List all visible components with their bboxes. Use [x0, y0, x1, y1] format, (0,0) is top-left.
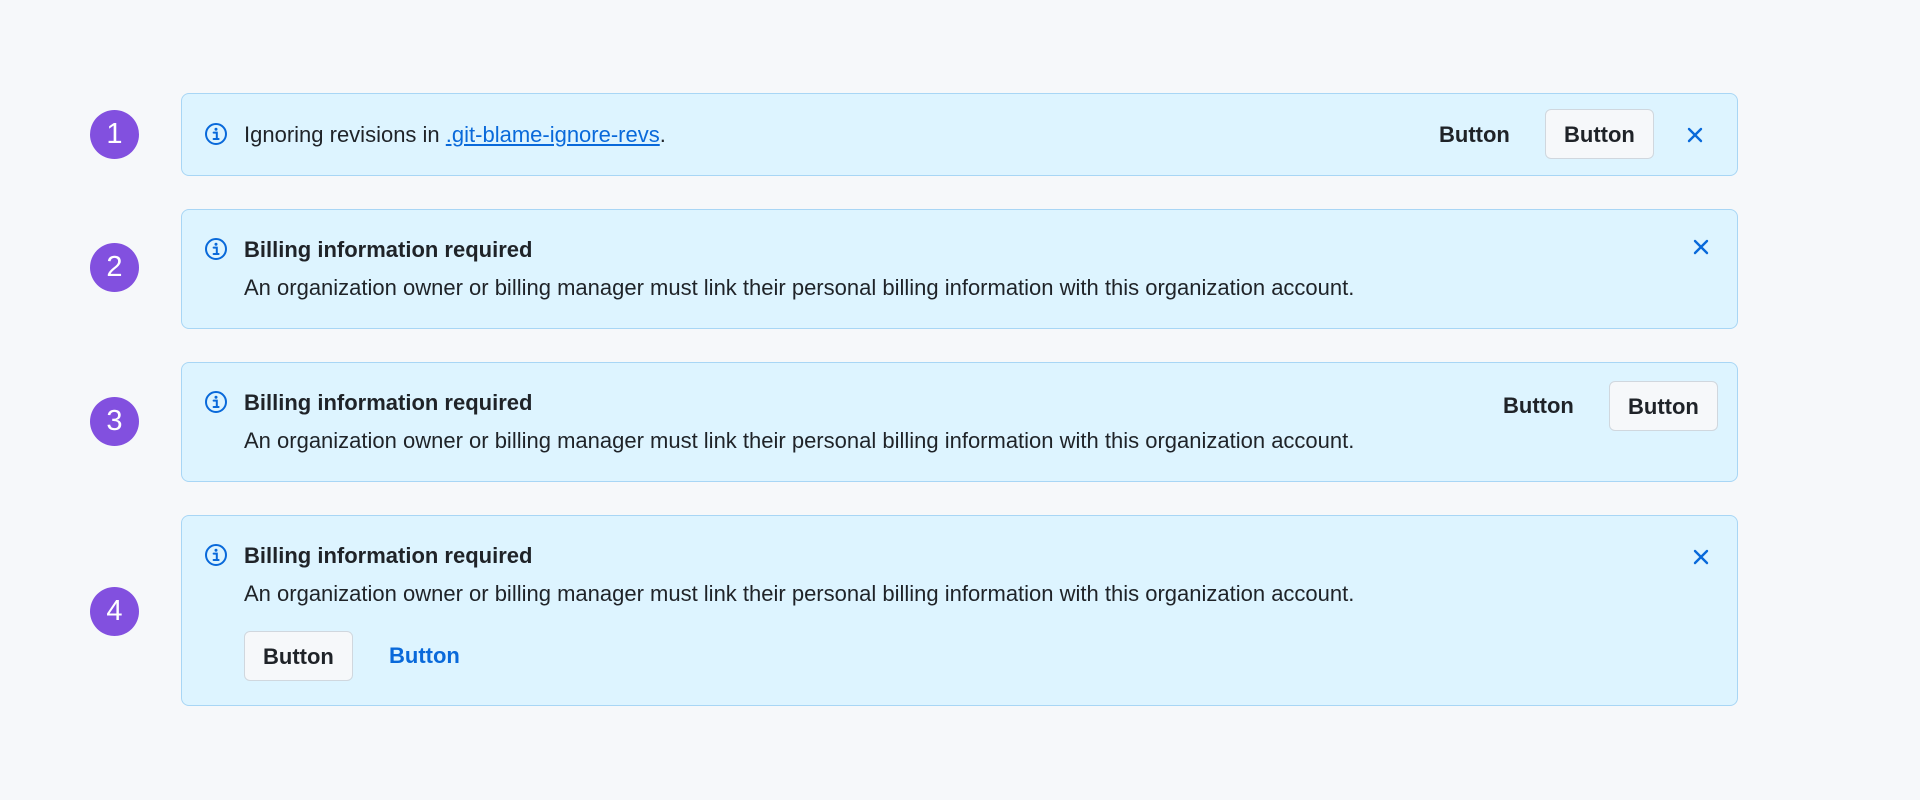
banner-with-title-actions: Billing information required An organiza…	[181, 362, 1738, 482]
banner-with-title-dismissible: Billing information required An organiza…	[181, 209, 1738, 329]
step-badge-3: 3	[90, 397, 139, 446]
secondary-button[interactable]: Button	[1439, 110, 1510, 160]
info-circle-icon	[204, 543, 228, 567]
ignore-revs-link[interactable]: .git-blame-ignore-revs	[446, 122, 660, 147]
message-end: .	[659, 122, 666, 147]
close-icon[interactable]	[1688, 234, 1714, 260]
primary-button[interactable]: Button	[244, 631, 353, 681]
info-circle-icon	[204, 122, 228, 146]
secondary-button[interactable]: Button	[1503, 381, 1574, 431]
step-badge-4: 4	[90, 587, 139, 636]
banner-title: Billing information required	[244, 237, 533, 262]
banner-title: Billing information required	[244, 390, 533, 415]
banner-description: An organization owner or billing manager…	[244, 275, 1355, 300]
banner-with-title-footer-actions: Billing information required An organiza…	[181, 515, 1738, 706]
banner-description: An organization owner or billing manager…	[244, 581, 1355, 606]
banner-description: An organization owner or billing manager…	[244, 428, 1355, 453]
primary-button[interactable]: Button	[1545, 109, 1654, 159]
banner-message: Ignoring revisions in .git-blame-ignore-…	[244, 122, 666, 148]
link-button[interactable]: Button	[389, 631, 460, 681]
step-badge-2: 2	[90, 243, 139, 292]
banner-title: Billing information required	[244, 543, 533, 568]
info-circle-icon	[204, 390, 228, 414]
close-icon[interactable]	[1688, 544, 1714, 570]
close-icon[interactable]	[1682, 122, 1708, 148]
info-circle-icon	[204, 237, 228, 261]
primary-button[interactable]: Button	[1609, 381, 1718, 431]
banner-inline: Ignoring revisions in .git-blame-ignore-…	[181, 93, 1738, 176]
message-text: Ignoring revisions in	[244, 122, 446, 147]
step-badge-1: 1	[90, 110, 139, 159]
